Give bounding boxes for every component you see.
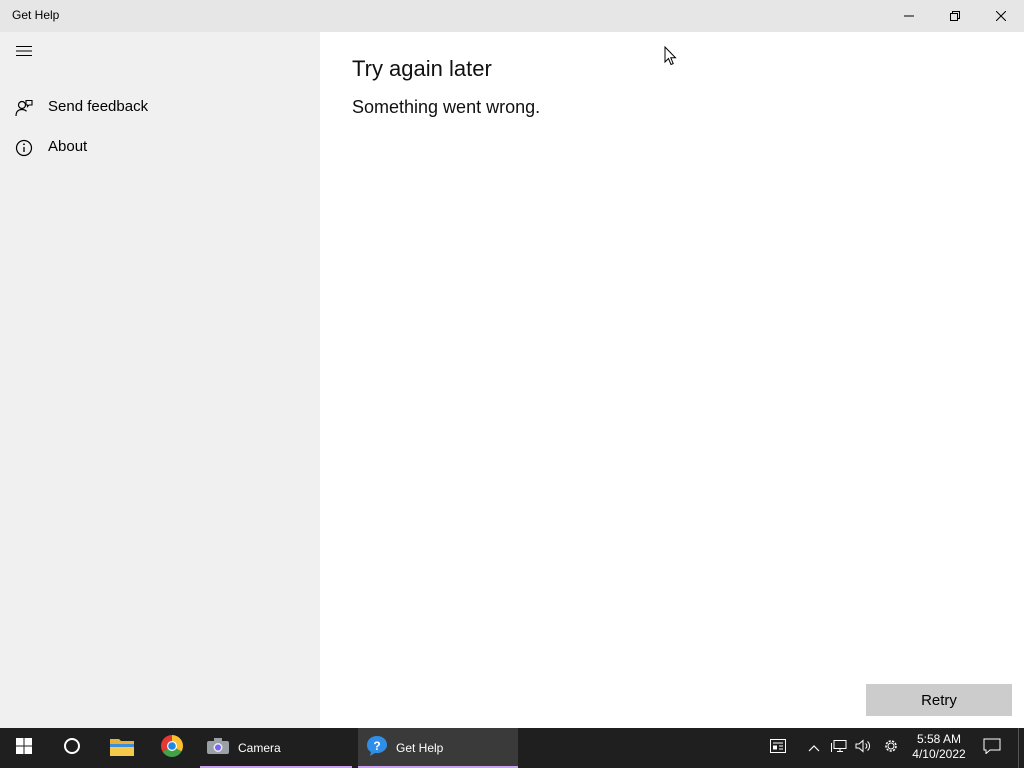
taskbar-app-label: Camera [238, 741, 281, 755]
start-button[interactable] [0, 728, 48, 768]
taskbar-app-label: Get Help [396, 741, 444, 755]
notification-icon [983, 738, 1001, 759]
clock-time: 5:58 AM [916, 732, 962, 746]
tray-overflow-button[interactable] [804, 728, 824, 768]
file-explorer-icon [110, 736, 134, 761]
info-icon [14, 138, 34, 158]
gear-icon [883, 738, 899, 759]
sidebar: Send feedback About [0, 32, 320, 728]
hamburger-icon [16, 44, 32, 62]
camera-icon [206, 737, 230, 760]
restore-button[interactable] [932, 0, 978, 32]
network-icon [831, 739, 847, 758]
taskbar-file-explorer[interactable] [98, 728, 146, 768]
get-help-icon: ? [366, 735, 388, 762]
sidebar-item-about[interactable]: About [0, 128, 320, 168]
volume-icon [855, 738, 871, 758]
windows-start-icon [16, 737, 32, 759]
clock-date: 4/10/2022 [912, 747, 966, 761]
tray-network-button[interactable] [828, 728, 850, 768]
close-button[interactable] [978, 0, 1024, 32]
news-icon [770, 738, 786, 758]
svg-text:?: ? [373, 739, 380, 753]
taskbar-app-get-help[interactable]: ? Get Help [358, 728, 518, 768]
close-icon [996, 11, 1006, 21]
window-title: Get Help [12, 8, 60, 22]
show-desktop-button[interactable] [1018, 728, 1024, 768]
minimize-icon [904, 11, 914, 21]
title-bar: Get Help [0, 0, 1024, 32]
retry-button[interactable]: Retry [866, 684, 1012, 716]
sidebar-item-label: Send feedback [48, 98, 149, 115]
main-content: Try again later Something went wrong. Re… [320, 32, 1024, 728]
tray-news-button[interactable] [766, 728, 790, 768]
tray-volume-button[interactable] [852, 728, 874, 768]
tray-clock[interactable]: 5:58 AM 4/10/2022 [906, 732, 972, 762]
taskbar: Camera ? Get Help 5:58 AM 4/10/2022 [0, 728, 1024, 768]
sidebar-item-label: About [48, 138, 88, 155]
restore-icon [950, 11, 960, 21]
action-center-button[interactable] [978, 728, 1006, 768]
feedback-icon [14, 98, 34, 118]
taskbar-chrome[interactable] [148, 728, 196, 768]
hamburger-menu-button[interactable] [0, 32, 48, 74]
cortana-circle-icon [63, 737, 81, 760]
chrome-icon [161, 734, 183, 762]
error-message: Something went wrong. [352, 97, 541, 117]
taskbar-app-camera[interactable]: Camera [200, 728, 352, 768]
search-button[interactable] [48, 728, 96, 768]
error-heading: Try again later [352, 56, 492, 81]
tray-settings-button[interactable] [880, 728, 902, 768]
sidebar-item-send-feedback[interactable]: Send feedback [0, 88, 320, 128]
minimize-button[interactable] [886, 0, 932, 32]
mouse-cursor-icon [664, 45, 678, 71]
chevron-up-icon [808, 739, 820, 757]
